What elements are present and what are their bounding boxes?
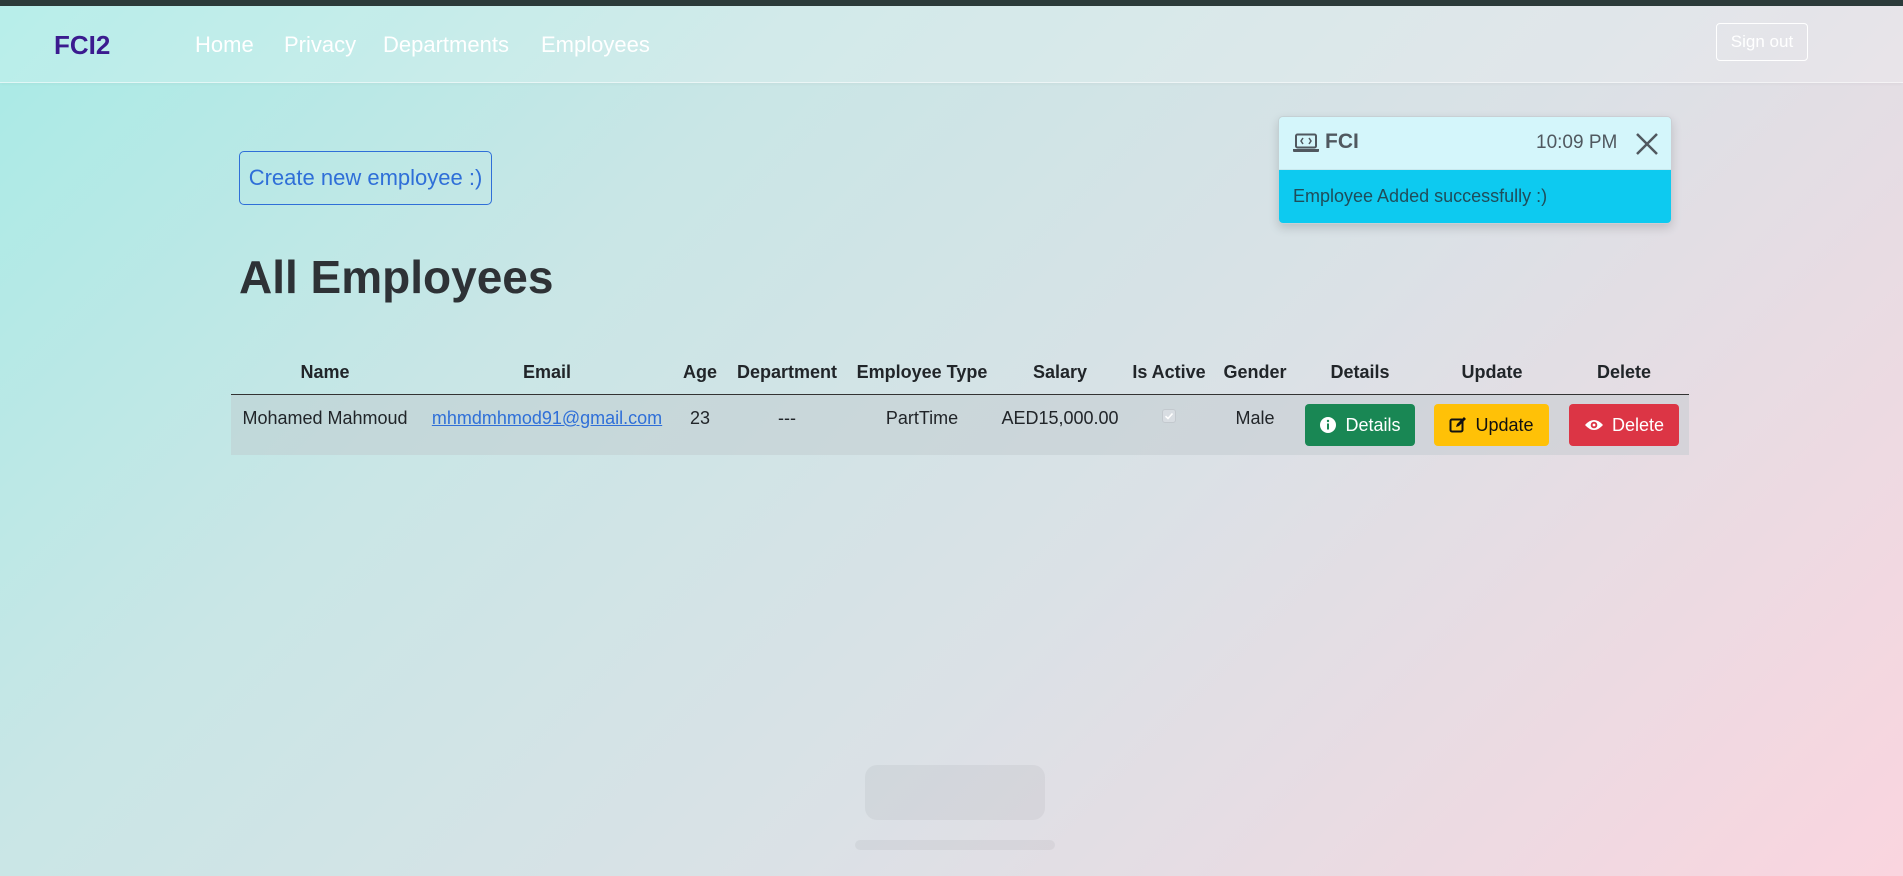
info-circle-icon <box>1320 417 1337 433</box>
nav-link-employees[interactable]: Employees <box>541 32 650 58</box>
cell-department: --- <box>778 408 796 428</box>
eye-icon <box>1584 420 1603 430</box>
nav-link-privacy[interactable]: Privacy <box>284 32 356 58</box>
column-header-email: Email <box>522 362 572 382</box>
column-header-is-active: Is Active <box>1132 362 1206 382</box>
toast-time: 10:09 PM <box>1536 132 1618 153</box>
nav-link-departments[interactable]: Departments <box>383 32 509 58</box>
page-title: All Employees <box>239 251 554 303</box>
navbar: FCI2 Home Privacy Departments Employees … <box>0 6 1903 83</box>
details-button[interactable]: Details <box>1305 404 1415 446</box>
email-link[interactable]: mhmdmhmod91@gmail.com <box>432 408 662 428</box>
close-icon[interactable] <box>1635 132 1659 156</box>
background-watermark <box>845 755 1065 865</box>
toast-message: Employee Added successfully :) <box>1293 186 1548 206</box>
details-button-label: Details <box>1345 414 1401 435</box>
column-header-name: Name <box>300 362 350 382</box>
cell-salary: AED15,000.00 <box>1001 408 1119 428</box>
update-button-label: Update <box>1475 414 1534 435</box>
cell-name: Mohamed Mahmoud <box>242 408 408 428</box>
cell-employee-type: PartTime <box>885 408 959 428</box>
column-header-update: Update <box>1461 362 1523 382</box>
is-active-checkbox <box>1162 409 1176 423</box>
column-header-delete: Delete <box>1596 362 1652 382</box>
toast-title: FCI <box>1325 130 1359 153</box>
column-header-age: Age <box>682 362 718 382</box>
toast-header: FCI 10:09 PM <box>1279 117 1671 170</box>
notification-toast: FCI 10:09 PM Employee Added successfully… <box>1278 116 1672 224</box>
sign-out-button[interactable]: Sign out <box>1716 23 1808 61</box>
cell-gender: Male <box>1235 408 1275 428</box>
delete-button-label: Delete <box>1611 414 1665 435</box>
delete-button[interactable]: Delete <box>1569 404 1679 446</box>
column-header-employee-type: Employee Type <box>856 362 988 382</box>
create-employee-button[interactable]: Create new employee :) <box>239 151 492 205</box>
update-button[interactable]: Update <box>1434 404 1549 446</box>
column-header-department: Department <box>736 362 838 382</box>
check-icon <box>1164 412 1174 420</box>
cell-email: mhmdmhmod91@gmail.com <box>432 408 662 429</box>
column-header-gender: Gender <box>1223 362 1287 382</box>
nav-link-home[interactable]: Home <box>195 32 254 58</box>
edit-icon <box>1449 417 1467 433</box>
column-header-salary: Salary <box>1032 362 1088 382</box>
laptop-code-icon <box>1293 133 1319 152</box>
toast-body: Employee Added successfully :) <box>1279 170 1671 223</box>
column-header-details: Details <box>1330 362 1390 382</box>
brand-logo[interactable]: FCI2 <box>54 30 110 61</box>
cell-age: 23 <box>689 408 711 428</box>
watermark-logo-icon <box>855 765 1055 850</box>
